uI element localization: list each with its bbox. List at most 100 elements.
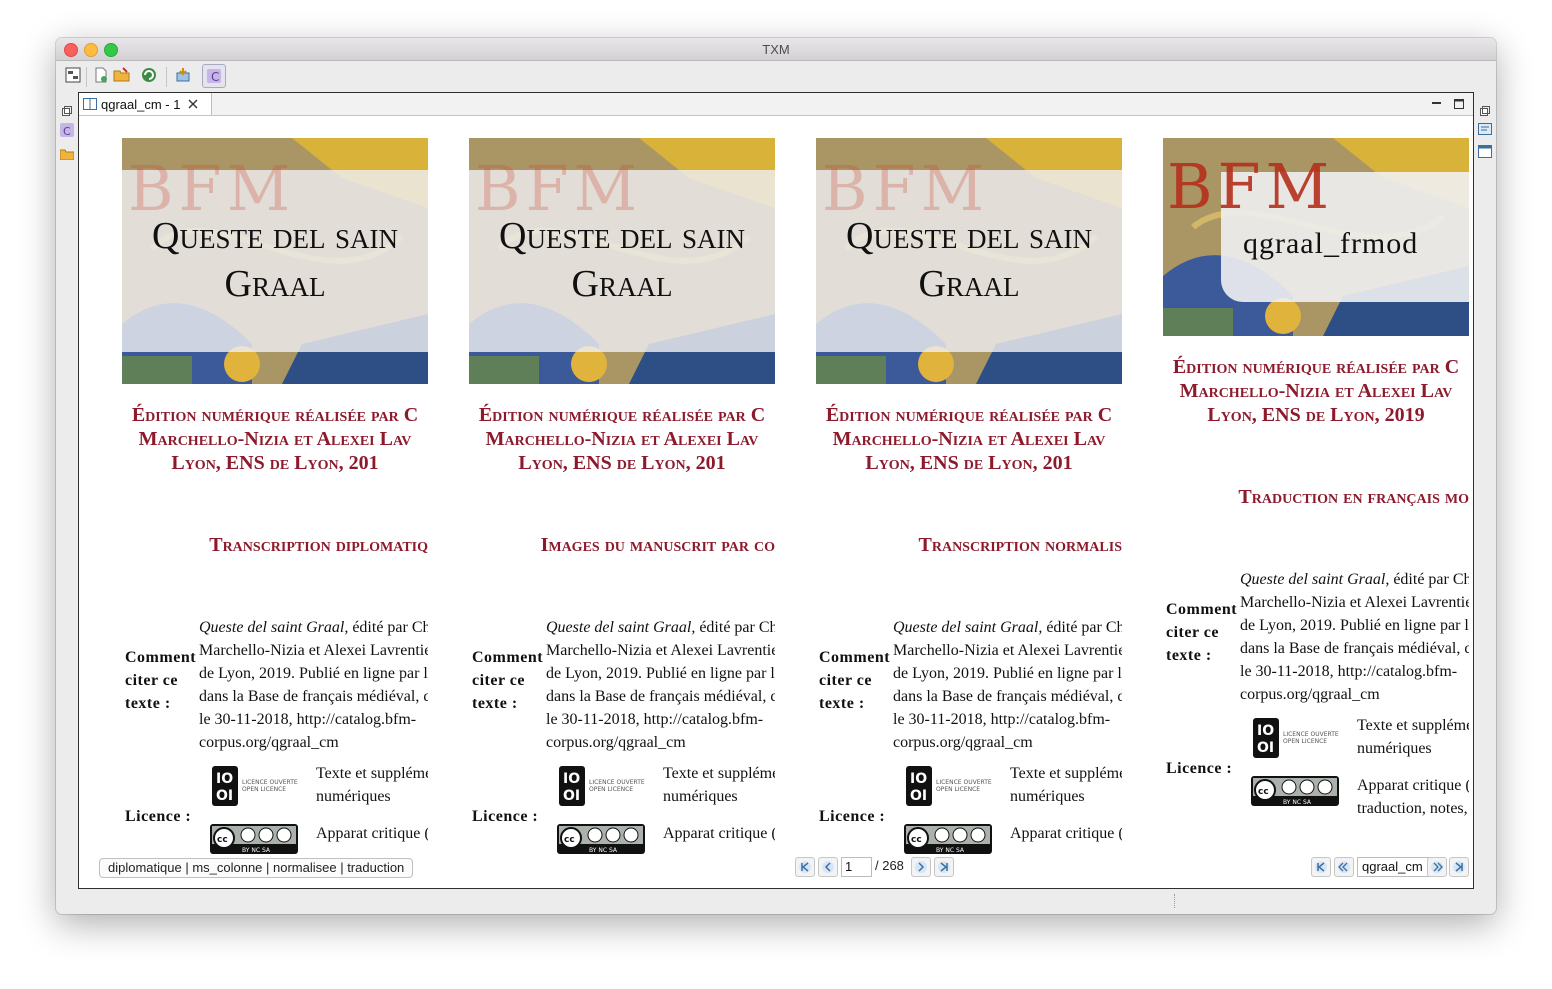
main-toolbar: C [56,61,1496,91]
section-title: Images du manuscrit par co [540,534,775,556]
licence-text-1: Texte et suppléme numériques [1357,717,1469,757]
edition-panel: BFM Queste del sain Graal Édition numériqu… [816,138,1122,856]
first-text-button[interactable] [1311,857,1331,877]
banner-title: Queste del sain Graal [846,215,1092,305]
restore-icon[interactable] [1480,103,1490,121]
console-icon[interactable] [1478,123,1492,142]
citation-text: Queste del saint Graal, édité par Chri M… [199,616,428,754]
citation-title: Queste del saint Graal, [1240,571,1390,588]
maximize-view-icon[interactable] [1453,97,1465,109]
folder-icon[interactable] [59,147,75,165]
toolbar-separator [86,67,87,87]
last-text-button[interactable] [1449,857,1469,877]
previous-text-button[interactable] [1334,857,1354,877]
citation-title: Queste del saint Graal, [893,619,1043,636]
svg-text:C: C [211,70,219,84]
citation-body: édité par Chri Marchello-Nizia et Alexei… [199,619,428,751]
svg-text:cc: cc [911,835,922,845]
restore-icon[interactable] [62,103,72,121]
svg-text:cc: cc [217,835,228,845]
licence-label: Licence : [125,808,192,825]
svg-text:OPEN LICENCE: OPEN LICENCE [589,786,633,793]
edition-editor: qgraal_cm - 1 BFM Queste del sain Graal Éd… [78,92,1474,889]
perspective-icon[interactable] [64,66,82,84]
svg-text:IO: IO [216,771,233,787]
svg-text:LICENCE OUVERTE: LICENCE OUVERTE [936,779,992,786]
editions-select-button[interactable]: diplomatique | ms_colonne | normalisee |… [99,858,414,878]
previous-page-button[interactable] [818,857,838,877]
section-title: Transcription diplomatiq [209,534,428,556]
licence-text-2: Apparat critique (i traduction, notes, [1357,777,1469,817]
citation-text: Queste del saint Graal, édité par Chri M… [893,616,1122,754]
edition-panel: BFM Queste del sain Graal Édition numériqu… [122,138,428,856]
licence-label: Licence : [819,808,886,825]
corpus-icon[interactable]: C [60,123,74,142]
right-trim-stack [1474,93,1496,913]
svg-text:LICENCE OUVERTE: LICENCE OUVERTE [589,779,645,786]
citation-body: édité par Chri Marchello-Nizia et Alexei… [1240,571,1469,703]
left-trim-stack: C [56,93,78,913]
svg-text:IO: IO [563,771,580,787]
title-bar: TXM [56,38,1496,61]
licence-label: Licence : [1166,760,1233,777]
svg-text:C: C [63,125,71,137]
svg-text:cc: cc [1258,787,1269,797]
licence-ouverte-logo: IO OI LICENCE OUVERTE OPEN LICENCE [559,766,649,806]
svg-text:LICENCE OUVERTE: LICENCE OUVERTE [242,779,298,786]
page-number-input[interactable]: 1 [841,857,872,877]
view-sash[interactable] [1174,894,1177,908]
edition-navigation-bar: diplomatique | ms_colonne | normalisee |… [79,853,1473,885]
cite-label: Comment citer ce texte : [1166,601,1238,664]
page-total: / 268 [875,858,904,873]
edition-panel: BFM qgraal_frmod Édition numérique réalisé… [1163,138,1469,856]
svg-text:IO: IO [1257,723,1274,739]
licence-text-1: Texte et suppléme numériques [663,765,775,805]
editor-tab-label: qgraal_cm - 1 [101,96,181,112]
next-page-button[interactable] [911,857,931,877]
citation-title: Queste del saint Graal, [199,619,349,636]
editor-tab[interactable]: qgraal_cm - 1 [79,93,212,115]
window-title: TXM [762,42,790,57]
edition-panel: BFM Queste del sain Graal Édition numériqu… [469,138,775,856]
refresh-icon[interactable] [140,66,158,84]
open-folder-icon[interactable] [113,66,131,84]
svg-text:OPEN LICENCE: OPEN LICENCE [1283,738,1327,745]
synoptic-editions-view: BFM Queste del sain Graal Édition numériqu… [79,116,1473,856]
licence-ouverte-logo: IO OI LICENCE OUVERTE OPEN LICENCE [212,766,302,806]
toolbar-separator [166,67,167,87]
svg-text:OI: OI [1257,740,1274,756]
new-file-icon[interactable] [92,66,110,84]
licence-text-2: Apparat critique (i [663,825,775,842]
import-icon[interactable] [174,66,192,84]
licence-text-2: Apparat critique (i [316,825,428,842]
corpus-view-icon[interactable]: C [202,64,226,88]
edition-credit: Édition numérique réalisée par C Marchel… [131,404,419,474]
banner-title: Queste del sain Graal [152,215,398,305]
minimize-view-icon[interactable] [1431,97,1443,109]
citation-text: Queste del saint Graal, édité par Chri M… [1240,568,1469,706]
svg-text:IO: IO [910,771,927,787]
cc-by-nc-sa-logo: cc BY NC SA [1251,776,1341,810]
text-select[interactable]: qgraal_cm [1357,857,1429,877]
cite-label: Comment citer ce texte : [819,649,891,712]
svg-text:OPEN LICENCE: OPEN LICENCE [242,786,286,793]
svg-text:OI: OI [216,788,233,804]
cc-by-nc-sa-logo: cc BY NC SA [210,824,300,856]
citation-title: Queste del saint Graal, [546,619,696,636]
bfm-logo: BFM [1167,150,1335,223]
cite-label: Comment citer ce texte : [125,649,197,712]
licence-text-1: Texte et suppléme numériques [1010,765,1122,805]
first-page-button[interactable] [795,857,815,877]
editor-tab-bar: qgraal_cm - 1 [79,93,1473,116]
svg-text:cc: cc [564,835,575,845]
cc-by-nc-sa-logo: cc BY NC SA [557,824,647,856]
edition-banner: BFM Queste del sain Graal [816,138,1122,384]
close-tab-icon[interactable] [188,99,198,109]
svg-text:OI: OI [563,788,580,804]
section-title: Traduction en français mo [1238,486,1469,508]
window-icon[interactable] [1478,145,1492,164]
last-page-button[interactable] [934,857,954,877]
svg-text:LICENCE OUVERTE: LICENCE OUVERTE [1283,731,1339,738]
next-text-button[interactable] [1427,857,1447,877]
licence-label: Licence : [472,808,539,825]
